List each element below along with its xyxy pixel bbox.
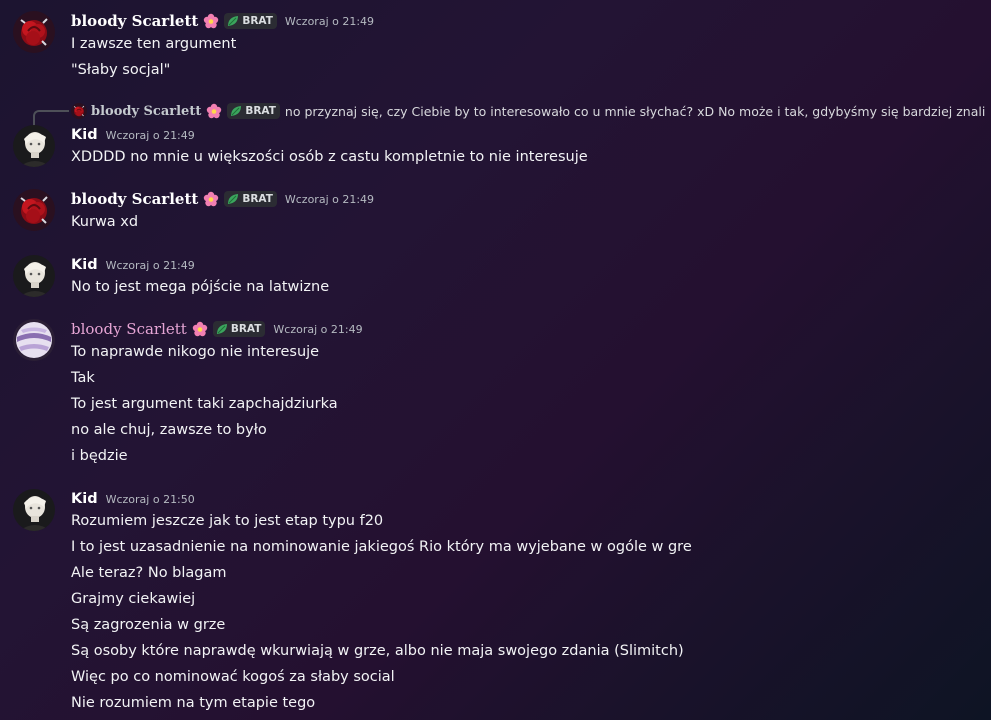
timestamp[interactable]: Wczoraj o 21:49: [285, 193, 374, 206]
portrait-avatar-icon: [13, 255, 55, 297]
message-text: no ale chuj, zawsze to było: [71, 422, 267, 438]
guild-tag[interactable]: BRAT: [212, 321, 266, 337]
red-rose-avatar-icon: [13, 189, 55, 231]
guild-tag[interactable]: BRAT: [224, 13, 277, 29]
message-text: Tak: [71, 370, 95, 386]
guild-tag[interactable]: BRAT: [227, 103, 280, 119]
guild-tag-label: BRAT: [230, 323, 262, 335]
timestamp[interactable]: Wczoraj o 21:49: [285, 15, 374, 28]
reply-username[interactable]: bloody Scarlett: [91, 104, 201, 119]
guild-tag-label: BRAT: [245, 105, 276, 117]
message-header: Kid Wczoraj o 21:50: [71, 488, 195, 510]
portrait-avatar-icon: [13, 489, 55, 531]
pink-flower-icon: [203, 191, 219, 207]
message-text: Ale teraz? No blagam: [71, 565, 227, 581]
avatar[interactable]: [13, 11, 55, 53]
message-text: Są osoby które naprawdę wkurwiają w grze…: [71, 643, 684, 659]
avatar[interactable]: [13, 125, 55, 167]
message-text: To naprawde nikogo nie interesuje: [71, 344, 320, 360]
message-text: Nie rozumiem na tym etapie tego: [71, 695, 316, 711]
message-text: Są zagrozenia w grze: [71, 617, 226, 633]
username[interactable]: bloody Scarlett: [71, 320, 187, 338]
message-text: Więc po co nominować kogoś za słaby soci…: [71, 669, 395, 685]
leaf-icon: [227, 193, 239, 205]
leaf-icon: [227, 15, 239, 27]
portrait-avatar-icon: [13, 125, 55, 167]
timestamp[interactable]: Wczoraj o 21:49: [106, 129, 195, 142]
message-header: Kid Wczoraj o 21:49: [71, 124, 195, 146]
avatar[interactable]: [13, 189, 55, 231]
guild-tag-label: BRAT: [242, 193, 273, 205]
username[interactable]: Kid: [71, 491, 98, 507]
message-header: bloody Scarlett BRAT Wczoraj o 21:49: [71, 188, 374, 210]
message-text: Rozumiem jeszcze jak to jest etap typu f…: [71, 513, 384, 529]
timestamp[interactable]: Wczoraj o 21:49: [106, 259, 195, 272]
message-text: i będzie: [71, 448, 128, 464]
leaf-icon: [216, 323, 228, 335]
pink-flower-icon: [203, 13, 219, 29]
message-text: No to jest mega pójście na latwizne: [71, 279, 330, 295]
message-text: XDDDD no mnie u większości osób z castu …: [71, 149, 588, 165]
message-text: Grajmy ciekawiej: [71, 591, 196, 607]
message-text: To jest argument taki zapchajdziurka: [71, 396, 338, 412]
red-rose-avatar-icon: [71, 103, 87, 119]
message-header: Kid Wczoraj o 21:49: [71, 254, 195, 276]
reply-text[interactable]: no przyznaj się, czy Ciebie by to intere…: [285, 104, 985, 119]
leaf-icon: [230, 105, 242, 117]
message-text: I zawsze ten argument: [71, 36, 237, 52]
avatar[interactable]: [13, 255, 55, 297]
timestamp[interactable]: Wczoraj o 21:50: [106, 493, 195, 506]
red-rose-avatar-icon: [13, 11, 55, 53]
username[interactable]: Kid: [71, 257, 98, 273]
username[interactable]: Kid: [71, 127, 98, 143]
username[interactable]: bloody Scarlett: [71, 190, 198, 208]
timestamp[interactable]: Wczoraj o 21:49: [273, 323, 362, 336]
message-text: "Słaby socjal": [71, 62, 171, 78]
guild-tag-label: BRAT: [242, 15, 273, 27]
message-list: bloody Scarlett BRAT Wczoraj o 21:49 I z…: [0, 0, 991, 720]
message-text: I to jest uzasadnienie na nominowanie ja…: [71, 539, 692, 555]
swirl-sphere-avatar-icon: [13, 319, 55, 361]
guild-tag[interactable]: BRAT: [224, 191, 277, 207]
avatar[interactable]: [13, 319, 55, 361]
avatar[interactable]: [13, 489, 55, 531]
reply-preview[interactable]: bloody Scarlett BRAT no przyznaj się, cz…: [71, 100, 985, 122]
message-header: bloody Scarlett BRAT Wczoraj o 21:49: [71, 318, 363, 340]
pink-flower-icon: [192, 321, 208, 337]
message-header: bloody Scarlett BRAT Wczoraj o 21:49: [71, 10, 374, 32]
message-text: Kurwa xd: [71, 214, 139, 230]
pink-flower-icon: [206, 103, 222, 119]
username[interactable]: bloody Scarlett: [71, 12, 198, 30]
